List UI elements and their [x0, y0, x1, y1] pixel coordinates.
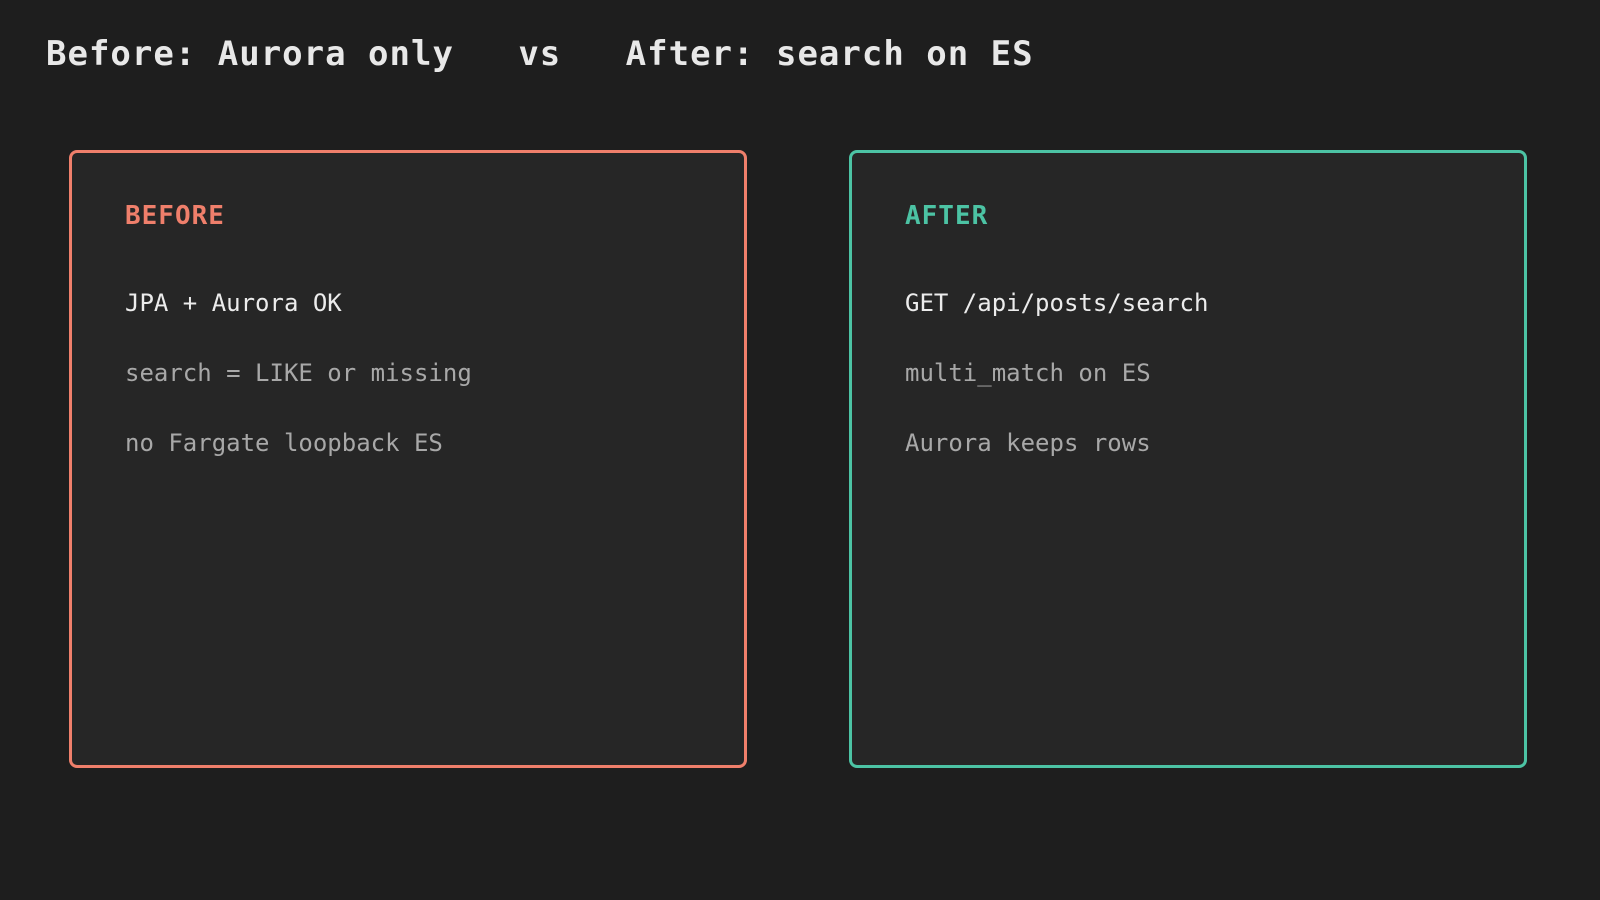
after-line-aurora-rows: Aurora keeps rows: [905, 429, 1151, 457]
diagram-title: Before: Aurora only vs After: search on …: [46, 34, 1034, 74]
after-line-multi-match: multi_match on ES: [905, 359, 1151, 387]
before-line-jpa-aurora: JPA + Aurora OK: [125, 289, 342, 317]
after-line-search-endpoint: GET /api/posts/search: [905, 289, 1209, 317]
before-label: BEFORE: [125, 201, 225, 231]
after-label: AFTER: [905, 201, 989, 231]
after-panel: AFTER GET /api/posts/search multi_match …: [849, 150, 1527, 768]
before-line-no-loopback: no Fargate loopback ES: [125, 429, 443, 457]
before-line-search-like: search = LIKE or missing: [125, 359, 472, 387]
before-panel: BEFORE JPA + Aurora OK search = LIKE or …: [69, 150, 747, 768]
